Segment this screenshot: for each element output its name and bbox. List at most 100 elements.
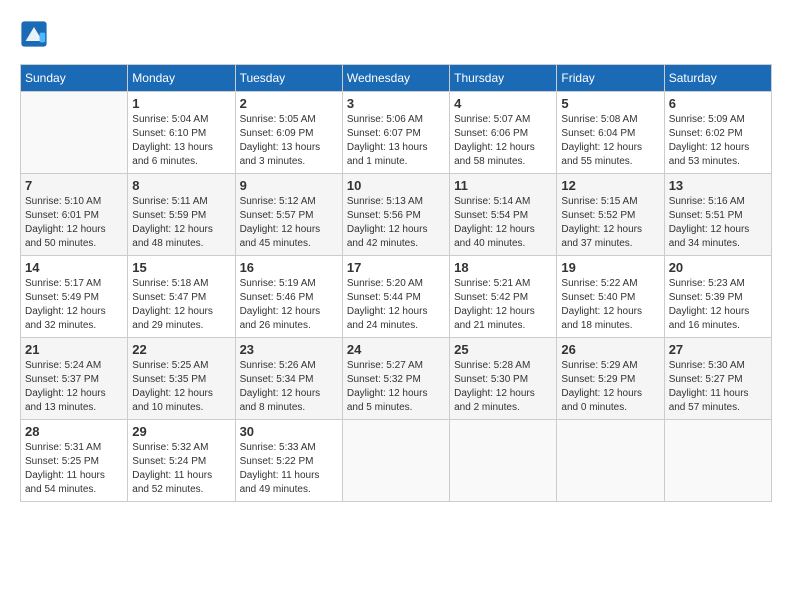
calendar-header: SundayMondayTuesdayWednesdayThursdayFrid… <box>21 65 772 92</box>
calendar-week-2: 7Sunrise: 5:10 AM Sunset: 6:01 PM Daylig… <box>21 174 772 256</box>
calendar-cell: 22 Sunrise: 5:25 AM Sunset: 5:35 PM Dayli… <box>128 338 235 420</box>
day-info: Sunrise: 5:16 AM Sunset: 5:51 PM Dayligh… <box>669 195 767 251</box>
calendar-cell: 19Sunrise: 5:22 AM Sunset: 5:40 PM Dayli… <box>557 256 664 338</box>
day-number: 12 <box>561 178 659 193</box>
calendar-cell: 16Sunrise: 5:19 AM Sunset: 5:46 PM Dayli… <box>235 256 342 338</box>
day-number: 3 <box>347 96 445 111</box>
day-info: Sunrise: 5:21 AM Sunset: 5:42 PM Dayligh… <box>454 277 552 333</box>
day-info: Sunrise: 5:31 AM Sunset: 5:25 PM Dayligh… <box>25 441 123 497</box>
calendar-week-4: 21Sunrise: 5:24 AM Sunset: 5:37 PM Dayli… <box>21 338 772 420</box>
day-number: 15 <box>132 260 230 275</box>
day-info: Sunrise: 5:29 AM Sunset: 5:29 PM Dayligh… <box>561 359 659 415</box>
logo <box>20 20 52 48</box>
day-number: 18 <box>454 260 552 275</box>
day-number: 23 <box>240 342 338 357</box>
calendar-cell: 23 Sunrise: 5:26 AM Sunset: 5:34 PM Dayli… <box>235 338 342 420</box>
day-info: Sunrise: 5:30 AM Sunset: 5:27 PM Dayligh… <box>669 359 767 415</box>
calendar-week-5: 28 Sunrise: 5:31 AM Sunset: 5:25 PM Dayli… <box>21 420 772 502</box>
header-cell-monday: Monday <box>128 65 235 92</box>
day-info: Sunrise: 5:25 AM Sunset: 5:35 PM Dayligh… <box>132 359 230 415</box>
day-info: Sunrise: 5:17 AM Sunset: 5:49 PM Dayligh… <box>25 277 123 333</box>
day-info: Sunrise: 5:26 AM Sunset: 5:34 PM Dayligh… <box>240 359 338 415</box>
day-number: 28 <box>25 424 123 439</box>
day-info: Sunrise: 5:13 AM Sunset: 5:56 PM Dayligh… <box>347 195 445 251</box>
calendar-cell: 21Sunrise: 5:24 AM Sunset: 5:37 PM Dayli… <box>21 338 128 420</box>
day-info: Sunrise: 5:11 AM Sunset: 5:59 PM Dayligh… <box>132 195 230 251</box>
calendar-cell: 5Sunrise: 5:08 AM Sunset: 6:04 PM Daylig… <box>557 92 664 174</box>
header-row: SundayMondayTuesdayWednesdayThursdayFrid… <box>21 65 772 92</box>
header-cell-sunday: Sunday <box>21 65 128 92</box>
calendar-cell: 14 Sunrise: 5:17 AM Sunset: 5:49 PM Dayli… <box>21 256 128 338</box>
day-info: Sunrise: 5:18 AM Sunset: 5:47 PM Dayligh… <box>132 277 230 333</box>
calendar-cell: 9 Sunrise: 5:12 AM Sunset: 5:57 PM Daylig… <box>235 174 342 256</box>
calendar-cell: 17 Sunrise: 5:20 AM Sunset: 5:44 PM Dayli… <box>342 256 449 338</box>
calendar-cell: 8 Sunrise: 5:11 AM Sunset: 5:59 PM Daylig… <box>128 174 235 256</box>
day-number: 4 <box>454 96 552 111</box>
day-number: 30 <box>240 424 338 439</box>
calendar-cell: 20 Sunrise: 5:23 AM Sunset: 5:39 PM Dayli… <box>664 256 771 338</box>
day-number: 10 <box>347 178 445 193</box>
calendar-cell <box>342 420 449 502</box>
day-info: Sunrise: 5:15 AM Sunset: 5:52 PM Dayligh… <box>561 195 659 251</box>
day-number: 26 <box>561 342 659 357</box>
day-number: 8 <box>132 178 230 193</box>
calendar-cell: 4 Sunrise: 5:07 AM Sunset: 6:06 PM Daylig… <box>450 92 557 174</box>
calendar-cell: 24Sunrise: 5:27 AM Sunset: 5:32 PM Dayli… <box>342 338 449 420</box>
day-info: Sunrise: 5:10 AM Sunset: 6:01 PM Dayligh… <box>25 195 123 251</box>
calendar-week-3: 14 Sunrise: 5:17 AM Sunset: 5:49 PM Dayli… <box>21 256 772 338</box>
calendar-cell: 26 Sunrise: 5:29 AM Sunset: 5:29 PM Dayli… <box>557 338 664 420</box>
day-number: 19 <box>561 260 659 275</box>
day-number: 29 <box>132 424 230 439</box>
day-info: Sunrise: 5:08 AM Sunset: 6:04 PM Dayligh… <box>561 113 659 169</box>
header-cell-wednesday: Wednesday <box>342 65 449 92</box>
day-info: Sunrise: 5:23 AM Sunset: 5:39 PM Dayligh… <box>669 277 767 333</box>
day-info: Sunrise: 5:09 AM Sunset: 6:02 PM Dayligh… <box>669 113 767 169</box>
day-info: Sunrise: 5:28 AM Sunset: 5:30 PM Dayligh… <box>454 359 552 415</box>
calendar-cell: 15 Sunrise: 5:18 AM Sunset: 5:47 PM Dayli… <box>128 256 235 338</box>
calendar-table: SundayMondayTuesdayWednesdayThursdayFrid… <box>20 64 772 502</box>
day-info: Sunrise: 5:19 AM Sunset: 5:46 PM Dayligh… <box>240 277 338 333</box>
day-info: Sunrise: 5:05 AM Sunset: 6:09 PM Dayligh… <box>240 113 338 169</box>
header-cell-thursday: Thursday <box>450 65 557 92</box>
calendar-cell: 1 Sunrise: 5:04 AM Sunset: 6:10 PM Daylig… <box>128 92 235 174</box>
day-info: Sunrise: 5:33 AM Sunset: 5:22 PM Dayligh… <box>240 441 338 497</box>
day-info: Sunrise: 5:12 AM Sunset: 5:57 PM Dayligh… <box>240 195 338 251</box>
calendar-cell: 12 Sunrise: 5:15 AM Sunset: 5:52 PM Dayli… <box>557 174 664 256</box>
calendar-cell: 28 Sunrise: 5:31 AM Sunset: 5:25 PM Dayli… <box>21 420 128 502</box>
calendar-cell: 7Sunrise: 5:10 AM Sunset: 6:01 PM Daylig… <box>21 174 128 256</box>
day-number: 27 <box>669 342 767 357</box>
day-number: 21 <box>25 342 123 357</box>
calendar-cell: 6 Sunrise: 5:09 AM Sunset: 6:02 PM Daylig… <box>664 92 771 174</box>
calendar-cell <box>450 420 557 502</box>
day-info: Sunrise: 5:04 AM Sunset: 6:10 PM Dayligh… <box>132 113 230 169</box>
day-number: 6 <box>669 96 767 111</box>
header-cell-saturday: Saturday <box>664 65 771 92</box>
calendar-cell: 11Sunrise: 5:14 AM Sunset: 5:54 PM Dayli… <box>450 174 557 256</box>
header-cell-friday: Friday <box>557 65 664 92</box>
day-info: Sunrise: 5:27 AM Sunset: 5:32 PM Dayligh… <box>347 359 445 415</box>
calendar-cell: 10 Sunrise: 5:13 AM Sunset: 5:56 PM Dayli… <box>342 174 449 256</box>
day-info: Sunrise: 5:32 AM Sunset: 5:24 PM Dayligh… <box>132 441 230 497</box>
calendar-cell: 13 Sunrise: 5:16 AM Sunset: 5:51 PM Dayli… <box>664 174 771 256</box>
calendar-cell: 3 Sunrise: 5:06 AM Sunset: 6:07 PM Daylig… <box>342 92 449 174</box>
logo-icon <box>20 20 48 48</box>
calendar-cell <box>664 420 771 502</box>
calendar-cell: 25Sunrise: 5:28 AM Sunset: 5:30 PM Dayli… <box>450 338 557 420</box>
day-number: 9 <box>240 178 338 193</box>
calendar-week-1: 1 Sunrise: 5:04 AM Sunset: 6:10 PM Daylig… <box>21 92 772 174</box>
day-info: Sunrise: 5:07 AM Sunset: 6:06 PM Dayligh… <box>454 113 552 169</box>
day-info: Sunrise: 5:20 AM Sunset: 5:44 PM Dayligh… <box>347 277 445 333</box>
day-number: 13 <box>669 178 767 193</box>
day-info: Sunrise: 5:06 AM Sunset: 6:07 PM Dayligh… <box>347 113 445 169</box>
day-number: 17 <box>347 260 445 275</box>
day-info: Sunrise: 5:14 AM Sunset: 5:54 PM Dayligh… <box>454 195 552 251</box>
header-cell-tuesday: Tuesday <box>235 65 342 92</box>
calendar-cell: 29 Sunrise: 5:32 AM Sunset: 5:24 PM Dayli… <box>128 420 235 502</box>
day-number: 1 <box>132 96 230 111</box>
calendar-cell <box>557 420 664 502</box>
day-number: 20 <box>669 260 767 275</box>
day-number: 22 <box>132 342 230 357</box>
calendar-cell: 30 Sunrise: 5:33 AM Sunset: 5:22 PM Dayli… <box>235 420 342 502</box>
day-number: 14 <box>25 260 123 275</box>
day-number: 2 <box>240 96 338 111</box>
